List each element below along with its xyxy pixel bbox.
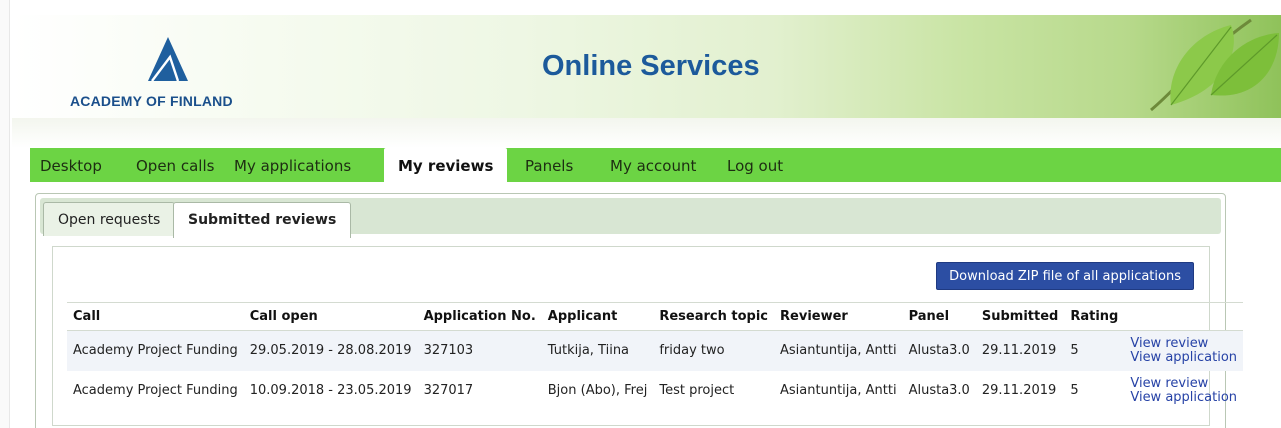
col-panel[interactable]: Panel bbox=[902, 302, 976, 331]
cell-rating: 5 bbox=[1064, 330, 1125, 371]
cell-panel: Alusta3.0 bbox=[902, 330, 976, 371]
cell-call-open: 29.05.2019 - 28.08.2019 bbox=[243, 330, 418, 371]
col-call-open[interactable]: Call open bbox=[243, 302, 418, 331]
reviews-table: Call Call open Application No. Applicant… bbox=[67, 302, 1244, 411]
header-spacer bbox=[12, 118, 1281, 148]
cell-call: Academy Project Funding bbox=[67, 330, 244, 371]
nav-desktop[interactable]: Desktop bbox=[40, 148, 102, 182]
nav-my-reviews[interactable]: My reviews bbox=[384, 148, 508, 182]
col-actions bbox=[1124, 302, 1244, 331]
cell-submitted: 29.11.2019 bbox=[981, 383, 1057, 398]
view-review-link[interactable]: View review bbox=[1130, 376, 1237, 391]
tab-submitted-reviews[interactable]: Submitted reviews bbox=[173, 202, 352, 238]
cell-submitted: 29.11.2019 bbox=[975, 330, 1065, 371]
academy-logo[interactable]: ACADEMY OF FINLAND bbox=[70, 35, 270, 115]
main-nav: Desktop Open calls My applications My re… bbox=[30, 148, 1281, 182]
cell-actions: View review View application bbox=[1124, 371, 1243, 411]
cell-call: Academy Project Funding bbox=[73, 383, 238, 398]
cell-actions: View review View application bbox=[1124, 330, 1244, 371]
cell-application-no: 327017 bbox=[423, 383, 474, 398]
cell-application-no: 327103 bbox=[417, 330, 542, 371]
nav-my-applications[interactable]: My applications bbox=[234, 148, 351, 182]
cell-research-topic: friday two bbox=[653, 330, 775, 371]
tab-open-requests[interactable]: Open requests bbox=[43, 202, 176, 236]
site-title: Online Services bbox=[542, 50, 760, 82]
view-application-link[interactable]: View application bbox=[1130, 390, 1237, 405]
nav-open-calls[interactable]: Open calls bbox=[136, 148, 214, 182]
cell-rating: 5 bbox=[1070, 383, 1079, 398]
nav-panels[interactable]: Panels bbox=[525, 148, 573, 182]
logo-triangle-icon bbox=[148, 37, 188, 81]
cell-panel: Alusta3.0 bbox=[908, 383, 970, 398]
cell-applicant: Tutkija, Tiina bbox=[541, 330, 654, 371]
reviews-panel: Open requests Submitted reviews Download… bbox=[35, 193, 1244, 428]
nav-log-out[interactable]: Log out bbox=[727, 148, 783, 182]
view-application-link[interactable]: View application bbox=[1130, 350, 1237, 365]
col-call[interactable]: Call bbox=[67, 302, 244, 331]
site-header: ACADEMY OF FINLAND Online Services bbox=[12, 15, 1281, 118]
col-application-no[interactable]: Application No. bbox=[417, 302, 542, 331]
cell-applicant: Bjon (Abo), Frej bbox=[547, 383, 648, 398]
download-zip-button[interactable]: Download ZIP file of all applications bbox=[936, 262, 1194, 290]
col-research-topic[interactable]: Research topic bbox=[653, 302, 775, 331]
reviews-content: Download ZIP file of all applications Ca… bbox=[52, 246, 1244, 426]
cell-reviewer: Asiantuntija, Antti bbox=[780, 383, 897, 398]
col-reviewer[interactable]: Reviewer bbox=[774, 302, 903, 331]
col-rating[interactable]: Rating bbox=[1064, 302, 1125, 331]
view-review-link[interactable]: View review bbox=[1130, 336, 1237, 351]
cell-call-open: 10.09.2018 - 23.05.2019 bbox=[249, 383, 412, 398]
tab-bar: Open requests Submitted reviews bbox=[40, 198, 1221, 238]
left-border bbox=[0, 0, 10, 428]
table-header-row: Call Call open Application No. Applicant… bbox=[67, 302, 1244, 331]
col-submitted[interactable]: Submitted bbox=[975, 302, 1065, 331]
logo-text: ACADEMY OF FINLAND bbox=[70, 93, 233, 109]
table-row: Academy Project Funding 10.09.2018 - 23.… bbox=[67, 371, 1243, 411]
col-applicant[interactable]: Applicant bbox=[541, 302, 654, 331]
nav-my-account[interactable]: My account bbox=[610, 148, 696, 182]
leaf-decoration-icon bbox=[1150, 18, 1279, 112]
cell-research-topic: Test project bbox=[659, 383, 735, 398]
cell-reviewer: Asiantuntija, Antti bbox=[774, 330, 903, 371]
table-row: Academy Project Funding 29.05.2019 - 28.… bbox=[67, 330, 1244, 371]
